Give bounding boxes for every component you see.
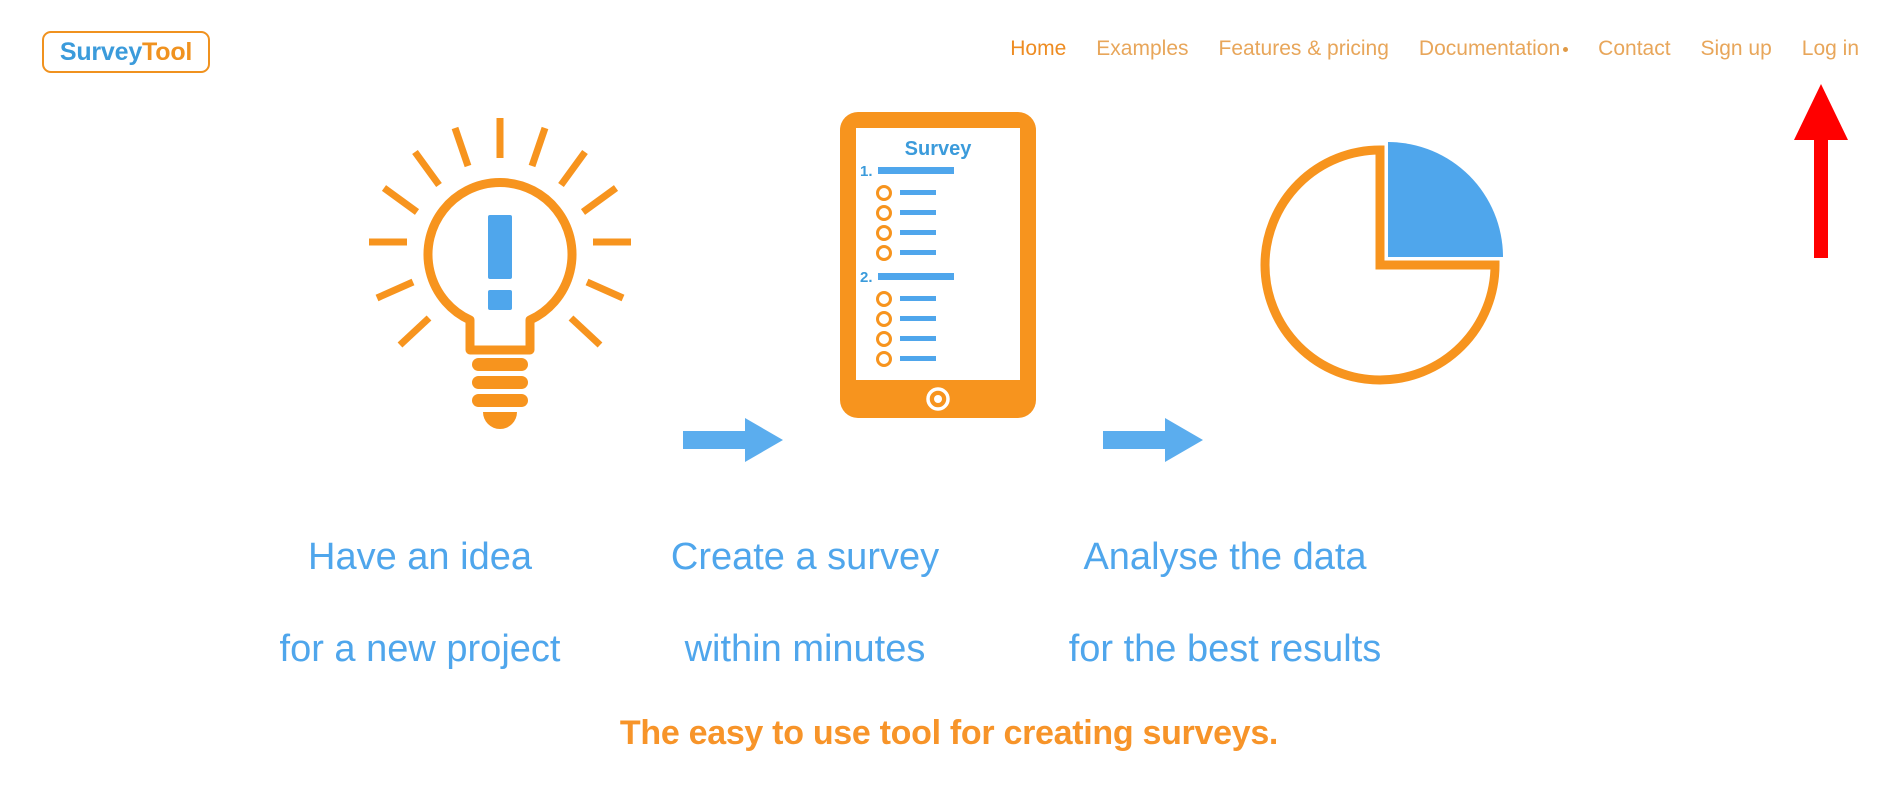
step-caption-create-line2: within minutes bbox=[684, 628, 926, 670]
steps-illustration-row: Survey 1. 2. bbox=[0, 110, 1898, 470]
nav-item-home[interactable]: Home bbox=[995, 36, 1081, 62]
logo-surveytool[interactable]: SurveyTool bbox=[42, 31, 210, 73]
arrow-right-icon-1 bbox=[683, 418, 783, 462]
site-header: SurveyTool Home Examples Features & pric… bbox=[0, 0, 1898, 100]
nav-item-documentation[interactable]: Documentation bbox=[1404, 36, 1583, 62]
step-caption-analyse-line2: for the best results bbox=[1068, 628, 1382, 670]
step-caption-analyse-line1: Analyse the data bbox=[1083, 536, 1367, 578]
page-tagline: The easy to use tool for creating survey… bbox=[619, 714, 1279, 752]
nav-item-examples[interactable]: Examples bbox=[1081, 36, 1203, 62]
logo-text-survey: Survey bbox=[59, 37, 143, 66]
step-caption-idea-line1: Have an idea bbox=[308, 536, 532, 578]
steps-caption-row: Have an idea for a new project Create a … bbox=[0, 488, 1898, 670]
nav-item-contact[interactable]: Contact bbox=[1583, 36, 1685, 62]
chevron-down-icon bbox=[1563, 46, 1569, 52]
pie-chart-icon bbox=[1260, 142, 1503, 385]
logo-text: SurveyTool bbox=[59, 37, 193, 66]
pie-slice-selected bbox=[1388, 142, 1503, 257]
nav-item-log-in[interactable]: Log in bbox=[1787, 36, 1874, 62]
tablet-question-2-number: 2. bbox=[860, 269, 873, 286]
nav-item-features-pricing[interactable]: Features & pricing bbox=[1204, 36, 1404, 62]
tablet-survey-title: Survey bbox=[905, 138, 973, 160]
step-caption-create-line1: Create a survey bbox=[670, 536, 940, 578]
tablet-survey-icon: Survey 1. 2. bbox=[840, 112, 1036, 418]
nav-item-sign-up[interactable]: Sign up bbox=[1686, 36, 1787, 62]
step-caption-create: Create a survey within minutes bbox=[640, 488, 970, 718]
step-caption-idea-line2: for a new project bbox=[279, 628, 561, 670]
arrow-right-icon-2 bbox=[1103, 418, 1203, 462]
logo-text-tool: Tool bbox=[142, 37, 193, 66]
step-caption-analyse: Analyse the data for the best results bbox=[1040, 488, 1410, 718]
main-navigation: Home Examples Features & pricing Documen… bbox=[995, 36, 1874, 62]
tablet-question-1-number: 1. bbox=[860, 163, 873, 180]
step-caption-idea: Have an idea for a new project bbox=[255, 488, 585, 718]
lightbulb-idea-icon bbox=[369, 118, 631, 429]
nav-item-documentation-label: Documentation bbox=[1418, 37, 1561, 60]
